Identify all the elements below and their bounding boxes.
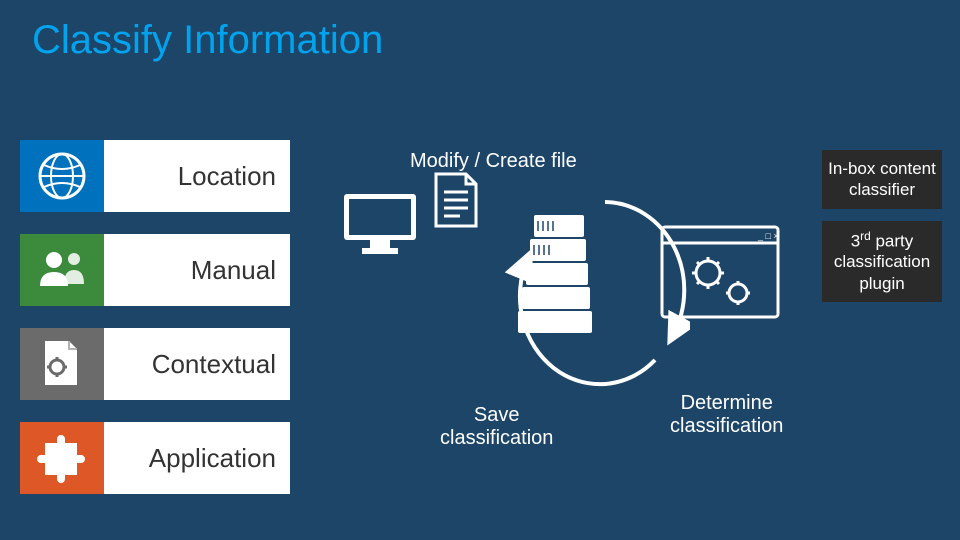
puzzle-icon (20, 422, 104, 494)
tile-location: Location (20, 140, 290, 212)
flow-diagram: Modify / Create file (320, 150, 810, 480)
tile-manual: Manual (20, 234, 290, 306)
flow-label-determine: Determine classification (670, 392, 783, 438)
doc-gear-icon (20, 328, 104, 400)
classifier-boxes: In-box content classifier 3rd party clas… (822, 150, 942, 302)
page-title: Classify Information (32, 18, 383, 63)
globe-icon (20, 140, 104, 212)
thirdparty-plugin-box: 3rd party classification plugin (822, 221, 942, 302)
tile-label-contextual: Contextual (152, 349, 276, 380)
cycle-arrows-icon (505, 190, 690, 390)
tile-label-manual: Manual (191, 255, 276, 286)
category-tiles: Location Manual Contextual (20, 140, 290, 494)
people-icon (20, 234, 104, 306)
svg-text:_ □ ×: _ □ × (757, 231, 779, 241)
tile-label-application: Application (149, 443, 276, 474)
inbox-classifier-box: In-box content classifier (822, 150, 942, 209)
tile-application: Application (20, 422, 290, 494)
tile-contextual: Contextual (20, 328, 290, 400)
tile-label-location: Location (178, 161, 276, 192)
monitor-icon (340, 190, 420, 265)
document-icon (430, 170, 482, 237)
flow-label-save: Save classification (440, 404, 553, 450)
